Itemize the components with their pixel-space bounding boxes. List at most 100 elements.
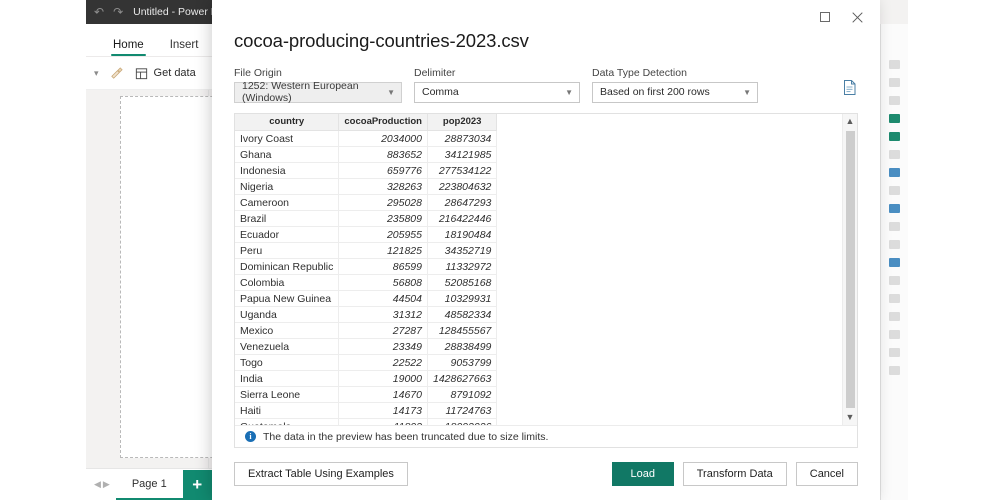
table-row[interactable]: Uganda3131248582334 — [235, 307, 497, 323]
preview-table-wrapper[interactable]: country cocoaProduction pop2023 Ivory Co… — [235, 114, 842, 425]
table-row[interactable]: Togo225229053799 — [235, 355, 497, 371]
redo-arrow-icon[interactable]: ↷ — [113, 6, 123, 18]
table-row[interactable]: India190001428627663 — [235, 371, 497, 387]
cell-pop2023: 11724763 — [427, 403, 496, 419]
cell-country: Colombia — [235, 275, 339, 291]
scrollbar-thumb[interactable] — [846, 131, 855, 408]
preview-vertical-scrollbar[interactable]: ▲ ▼ — [842, 114, 857, 425]
visual-icon-card[interactable] — [889, 294, 900, 303]
visual-icon-waterfall[interactable] — [889, 168, 900, 177]
file-origin-value: 1252: Western European (Windows) — [242, 80, 379, 104]
chevron-down-icon[interactable]: ▾ — [94, 68, 99, 79]
table-header-row: country cocoaProduction pop2023 — [235, 114, 497, 131]
cell-cocoa-production: 2034000 — [339, 131, 428, 147]
delimiter-group: Delimiter Comma ▼ — [414, 67, 580, 103]
table-row[interactable]: Dominican Republic8659911332972 — [235, 259, 497, 275]
truncation-notice: i The data in the preview has been trunc… — [235, 425, 857, 447]
visual-icon-map[interactable] — [889, 240, 900, 249]
table-row[interactable]: Mexico27287128455567 — [235, 323, 497, 339]
table-row[interactable]: Ecuador20595518190484 — [235, 227, 497, 243]
get-data-label: Get data — [154, 67, 196, 79]
file-origin-select[interactable]: 1252: Western European (Windows) ▼ — [234, 82, 402, 103]
visual-icon-ribbon[interactable] — [889, 150, 900, 159]
cell-cocoa-production: 883652 — [339, 147, 428, 163]
chevron-down-icon[interactable]: ▼ — [846, 411, 855, 423]
visual-icon-bar-clustered[interactable] — [889, 78, 900, 87]
table-row[interactable]: Cameroon29502828647293 — [235, 195, 497, 211]
column-header-cocoaproduction[interactable]: cocoaProduction — [339, 114, 428, 131]
cell-pop2023: 11332972 — [427, 259, 496, 275]
undo-redo-group[interactable]: ↶ ↷ — [94, 6, 123, 18]
table-row[interactable]: Indonesia659776277534122 — [235, 163, 497, 179]
extract-table-using-examples-button[interactable]: Extract Table Using Examples — [234, 462, 408, 486]
table-row[interactable]: Sierra Leone146708791092 — [235, 387, 497, 403]
visual-icon-bar-stacked[interactable] — [889, 60, 900, 69]
visual-icon-slicer[interactable] — [889, 348, 900, 357]
visual-icon-scatter[interactable] — [889, 186, 900, 195]
previous-page-icon[interactable]: ◀ — [94, 479, 101, 490]
table-row[interactable]: Peru12182534352719 — [235, 243, 497, 259]
table-row[interactable]: Haiti1417311724763 — [235, 403, 497, 419]
column-header-country[interactable]: country — [235, 114, 339, 131]
page-tab-page-1[interactable]: Page 1 — [116, 470, 183, 500]
close-icon[interactable] — [842, 6, 872, 28]
cell-country: Dominican Republic — [235, 259, 339, 275]
cell-pop2023: 34121985 — [427, 147, 496, 163]
column-header-pop2023[interactable]: pop2023 — [427, 114, 496, 131]
visual-icon-kpi[interactable] — [889, 366, 900, 375]
cell-country: Brazil — [235, 211, 339, 227]
table-row[interactable]: Papua New Guinea4450410329931 — [235, 291, 497, 307]
preview-scroll-area: country cocoaProduction pop2023 Ivory Co… — [235, 114, 857, 425]
add-page-button[interactable]: + — [183, 470, 212, 500]
data-type-detection-group: Data Type Detection Based on first 200 r… — [592, 67, 758, 103]
table-row[interactable]: Venezuela2334928838499 — [235, 339, 497, 355]
load-label: Load — [630, 468, 654, 480]
file-document-icon[interactable] — [842, 79, 858, 103]
data-type-detection-select[interactable]: Based on first 200 rows ▼ — [592, 82, 758, 103]
table-row[interactable]: Ivory Coast203400028873034 — [235, 131, 497, 147]
cell-cocoa-production: 14173 — [339, 403, 428, 419]
visual-icon-table[interactable] — [889, 312, 900, 321]
visual-icon-treemap[interactable] — [889, 222, 900, 231]
ribbon-tab-insert[interactable]: Insert — [157, 39, 212, 56]
format-painter-icon[interactable] — [109, 66, 124, 81]
cell-cocoa-production: 19000 — [339, 371, 428, 387]
page-navigation-arrows[interactable]: ◀ ▶ — [88, 479, 116, 490]
visual-icon-column[interactable] — [889, 96, 900, 105]
cell-cocoa-production: 328263 — [339, 179, 428, 195]
visual-icon-matrix[interactable] — [889, 330, 900, 339]
cancel-button[interactable]: Cancel — [796, 462, 858, 486]
visual-icon-area[interactable] — [889, 132, 900, 141]
chevron-down-icon: ▼ — [565, 88, 573, 97]
ribbon-tab-home-label: Home — [113, 39, 144, 51]
cell-country: Haiti — [235, 403, 339, 419]
undo-arrow-icon[interactable]: ↶ — [94, 6, 104, 18]
table-row[interactable]: Colombia5680852085168 — [235, 275, 497, 291]
add-page-label: + — [192, 475, 202, 495]
get-data-button[interactable]: Get data — [134, 66, 196, 81]
cell-cocoa-production: 23349 — [339, 339, 428, 355]
transform-data-button[interactable]: Transform Data — [683, 462, 787, 486]
cell-country: Nigeria — [235, 179, 339, 195]
next-page-icon[interactable]: ▶ — [103, 479, 110, 490]
visual-icon-pie[interactable] — [889, 204, 900, 213]
cell-country: Ivory Coast — [235, 131, 339, 147]
screenshot-root: ↶ ↷ Untitled - Power BI Home Insert ▾ — [0, 0, 1000, 500]
ribbon-tab-home[interactable]: Home — [100, 39, 157, 56]
visual-icon-filled-map[interactable] — [889, 258, 900, 267]
cancel-label: Cancel — [810, 468, 844, 480]
truncation-notice-text: The data in the preview has been truncat… — [263, 431, 548, 443]
visual-icon-line[interactable] — [889, 114, 900, 123]
page-tab-label: Page 1 — [132, 478, 167, 490]
visual-icon-gauge[interactable] — [889, 276, 900, 285]
preview-table: country cocoaProduction pop2023 Ivory Co… — [235, 114, 497, 425]
delimiter-select[interactable]: Comma ▼ — [414, 82, 580, 103]
load-button[interactable]: Load — [612, 462, 674, 486]
cell-pop2023: 9053799 — [427, 355, 496, 371]
maximize-icon[interactable] — [810, 6, 840, 28]
chevron-up-icon[interactable]: ▲ — [846, 116, 855, 128]
cell-cocoa-production: 14670 — [339, 387, 428, 403]
table-row[interactable]: Ghana88365234121985 — [235, 147, 497, 163]
table-row[interactable]: Brazil235809216422446 — [235, 211, 497, 227]
table-row[interactable]: Nigeria328263223804632 — [235, 179, 497, 195]
